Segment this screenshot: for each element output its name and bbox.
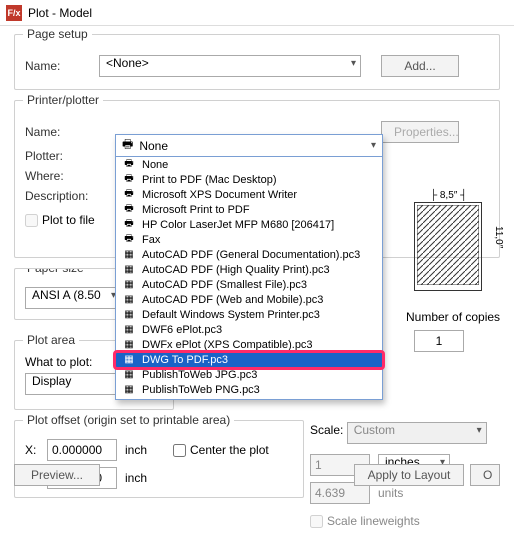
apply-to-layout-button[interactable]: Apply to Layout [354,464,464,486]
printer-option[interactable]: ▦ DWF6 ePlot.pc3 [116,322,382,337]
printer-option[interactable]: ▦ Default Windows System Printer.pc3 [116,307,382,322]
page-setup-name-select[interactable]: <None> [99,55,361,77]
scale-den-unit: units [378,486,403,500]
center-plot-label: Center the plot [190,443,269,457]
printer-option-label: Microsoft XPS Document Writer [142,189,297,201]
pc3-icon: ▦ [122,279,136,290]
printer-option-label: AutoCAD PDF (High Quality Print).pc3 [142,264,330,276]
copies-legend: Number of copies [406,310,506,324]
printer-option-label: PublishToWeb PNG.pc3 [142,384,260,396]
add-button[interactable]: Add... [381,55,459,77]
printer-option-label: AutoCAD PDF (General Documentation).pc3 [142,249,360,261]
printer-option[interactable]: 🖶Microsoft XPS Document Writer [116,187,382,202]
pc3-icon: ▦ [122,294,136,305]
pc3-icon: ▦ [122,249,136,260]
pc3-icon: ▦ [122,384,136,395]
printer-option-label: None [142,159,168,171]
paper-size-legend: Paper size [23,268,88,275]
page-setup-group: Page setup Name: <None> Add... [14,34,500,90]
printer-icon: 🖶 [122,135,133,156]
paper-height-label: 11,0″ [493,226,504,248]
plot-to-file-label: Plot to file [42,213,95,227]
plot-to-file-checkbox[interactable] [25,214,38,227]
app-icon: F/x [6,5,22,21]
plot-offset-legend: Plot offset (origin set to printable are… [23,413,234,427]
printer-option[interactable]: ▦ PublishToWeb PNG.pc3 [116,382,382,397]
properties-button[interactable]: Properties... [381,121,459,143]
printer-option-label: Microsoft Print to PDF [142,204,250,216]
printer-option[interactable]: ▦ AutoCAD PDF (High Quality Print).pc3 [116,262,382,277]
scale-label: Scale: [310,423,343,437]
printer-option[interactable]: 🖶None [116,157,382,172]
page-setup-name-label: Name: [25,59,91,73]
window-title: Plot - Model [28,6,92,20]
paper-size-value: ANSI A (8.50 [32,288,101,302]
printer-option-label: AutoCAD PDF (Smallest File).pc3 [142,279,307,291]
titlebar: F/x Plot - Model [0,0,514,26]
pc3-icon: ▦ [122,264,136,275]
printer-option-label: DWG To PDF.pc3 [142,354,228,366]
printer-option-label: Default Windows System Printer.pc3 [142,309,320,321]
printer-name-field[interactable]: 🖶 None [116,135,382,157]
description-label: Description: [25,189,91,203]
printer-option-label: PublishToWeb JPG.pc3 [142,369,257,381]
printer-option[interactable]: 🖶Microsoft Print to PDF [116,202,382,217]
paper-width-label: ├ 8,5″ ┤ [430,190,467,201]
plot-area-legend: Plot area [23,333,79,347]
printer-option[interactable]: ▦ PublishToWeb JPG.pc3 [116,367,382,382]
printer-option-label: Print to PDF (Mac Desktop) [142,174,276,186]
pc3-icon: ▦ [122,354,136,365]
printer-option-label: DWF6 ePlot.pc3 [142,324,222,336]
printer-icon: 🖶 [122,231,136,248]
center-plot-checkbox[interactable] [173,444,186,457]
printer-name-dropdown[interactable]: 🖶 None 🖶None🖶Print to PDF (Mac Desktop)🖶… [115,134,383,400]
scale-lineweights-label: Scale lineweights [327,514,420,528]
where-label: Where: [25,169,91,183]
page-setup-name-value: <None> [106,56,149,70]
printer-option[interactable]: 🖶Print to PDF (Mac Desktop) [116,172,382,187]
printer-legend: Printer/plotter [23,93,103,107]
pc3-icon: ▦ [122,324,136,335]
offset-x-label: X: [25,443,39,457]
paper-size-select[interactable]: ANSI A (8.50 [25,287,121,309]
printer-option[interactable]: ▦ AutoCAD PDF (General Documentation).pc3 [116,247,382,262]
printer-name-current: None [139,139,168,153]
offset-x-input[interactable] [47,439,117,461]
printer-option[interactable]: ▦ DWG To PDF.pc3 [116,352,382,367]
pc3-icon: ▦ [122,309,136,320]
printer-option[interactable]: 🖶HP Color LaserJet MFP M680 [206417] [116,217,382,232]
paper-preview: ├ 8,5″ ┤ 11,0″ [402,192,498,288]
page-setup-legend: Page setup [23,27,92,41]
paper-hatch-icon [417,205,479,285]
plot-offset-group: Plot offset (origin set to printable are… [14,420,304,498]
printer-name-label: Name: [25,125,91,139]
scale-value: Custom [354,423,395,437]
printer-option-label: AutoCAD PDF (Web and Mobile).pc3 [142,294,323,306]
offset-x-unit: inch [125,443,147,457]
printer-option[interactable]: 🖶 Fax [116,232,382,247]
printer-option-label: DWFx ePlot (XPS Compatible).pc3 [142,339,313,351]
printer-option-label: HP Color LaserJet MFP M680 [206417] [142,219,334,231]
pc3-icon: ▦ [122,369,136,380]
what-to-plot-value: Display [32,374,71,388]
preview-button[interactable]: Preview... [14,464,100,486]
printer-option[interactable]: ▦ AutoCAD PDF (Smallest File).pc3 [116,277,382,292]
copies-input[interactable] [414,330,464,352]
pc3-icon: ▦ [122,339,136,350]
printer-option-label: Fax [142,234,160,246]
printer-option[interactable]: ▦ DWFx ePlot (XPS Compatible).pc3 [116,337,382,352]
printer-option[interactable]: ▦ AutoCAD PDF (Web and Mobile).pc3 [116,292,382,307]
scale-select[interactable]: Custom [347,422,487,444]
ok-button[interactable]: O [470,464,500,486]
plotter-label: Plotter: [25,149,91,163]
scale-lineweights-checkbox[interactable] [310,515,323,528]
